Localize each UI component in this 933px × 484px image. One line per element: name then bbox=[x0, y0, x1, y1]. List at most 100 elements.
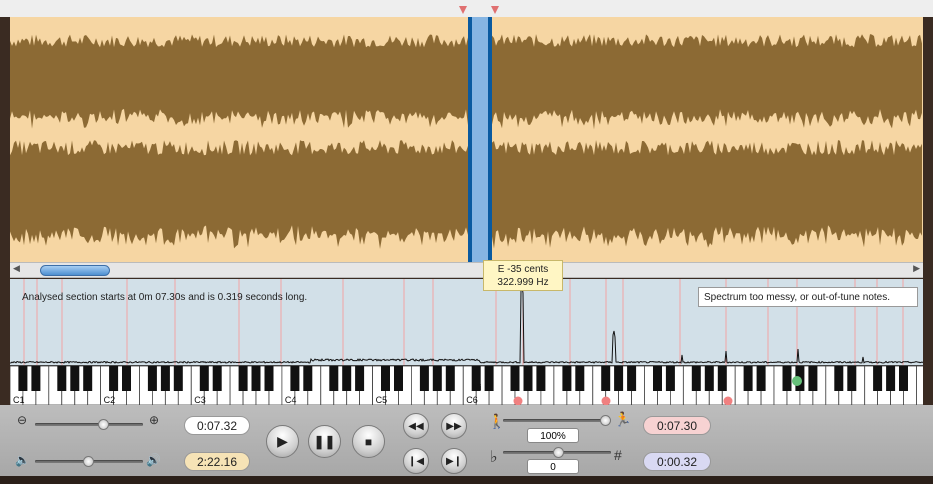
analysis-info-text: Analysed section starts at 0m 07.30s and… bbox=[22, 292, 308, 303]
detected-note-marker-green bbox=[792, 376, 802, 386]
note-readout-frequency: 322.999 Hz bbox=[497, 277, 549, 288]
rewind-button[interactable]: ◀◀ bbox=[403, 413, 429, 439]
top-bar bbox=[0, 0, 933, 17]
scroll-left-icon[interactable]: ◀ bbox=[13, 263, 20, 274]
piano-black-key[interactable] bbox=[57, 366, 67, 391]
piano-black-key[interactable] bbox=[160, 366, 170, 391]
skip-to-start-button[interactable]: ❙◀ bbox=[403, 448, 429, 474]
pitch-value-field[interactable]: 0 bbox=[527, 459, 579, 474]
zoom-out-icon[interactable]: ⊖ bbox=[17, 413, 27, 427]
spectrum-warning-box: Spectrum too messy, or out-of-tune notes… bbox=[698, 287, 918, 307]
piano-black-key[interactable] bbox=[523, 366, 533, 391]
piano-black-key[interactable] bbox=[510, 366, 520, 391]
piano-black-key[interactable] bbox=[303, 366, 313, 391]
piano-keyboard[interactable]: C1 C2 C3 C4 C5 C6 Mi bbox=[10, 365, 923, 406]
octave-label: C4 bbox=[285, 395, 297, 405]
piano-black-key[interactable] bbox=[83, 366, 93, 391]
piano-black-key[interactable] bbox=[31, 366, 41, 391]
scroll-thumb[interactable] bbox=[40, 265, 110, 276]
piano-black-key[interactable] bbox=[18, 366, 28, 391]
speed-percent-field[interactable]: 100% bbox=[527, 428, 579, 443]
waveform-graphic[interactable] bbox=[10, 17, 923, 262]
note-readout-tooltip: E -35 cents 322.999 Hz bbox=[483, 260, 563, 291]
play-button[interactable]: ▶ bbox=[266, 425, 299, 458]
piano-black-key[interactable] bbox=[251, 366, 261, 391]
piano-black-key[interactable] bbox=[834, 366, 844, 391]
piano-black-key[interactable] bbox=[355, 366, 365, 391]
piano-black-key[interactable] bbox=[342, 366, 352, 391]
piano-black-key[interactable] bbox=[484, 366, 494, 391]
selection-start-field: 0:07.30 bbox=[643, 416, 711, 435]
piano-black-key[interactable] bbox=[122, 366, 131, 391]
piano-black-key[interactable] bbox=[653, 366, 662, 391]
pause-icon: ❚❚ bbox=[313, 433, 336, 449]
selection-inner bbox=[472, 17, 488, 262]
piano-black-key[interactable] bbox=[432, 366, 442, 391]
scroll-right-icon[interactable]: ▶ bbox=[913, 263, 920, 274]
piano-black-key[interactable] bbox=[873, 366, 883, 391]
position-time-field: 0:07.32 bbox=[184, 416, 250, 435]
pitch-slider-knob[interactable] bbox=[553, 447, 564, 458]
piano-black-key[interactable] bbox=[562, 366, 572, 391]
piano-black-key[interactable] bbox=[782, 366, 792, 391]
note-readout-note: E -35 cents bbox=[497, 264, 549, 275]
piano-black-key[interactable] bbox=[199, 366, 209, 391]
piano-black-key[interactable] bbox=[627, 366, 637, 391]
selection-start-marker[interactable] bbox=[459, 6, 467, 14]
fast-forward-button[interactable]: ▶▶ bbox=[441, 413, 467, 439]
skip-to-end-icon: ▶❙ bbox=[445, 455, 463, 467]
piano-black-key[interactable] bbox=[847, 366, 857, 391]
piano-black-key[interactable] bbox=[536, 366, 546, 391]
sharp-icon: # bbox=[614, 447, 622, 463]
transcribe-window: ◀ ▶ Analysed section starts at 0m 07.30s… bbox=[0, 0, 933, 484]
piano-black-key[interactable] bbox=[290, 366, 300, 391]
piano-black-key[interactable] bbox=[691, 366, 701, 391]
piano-black-key[interactable] bbox=[70, 366, 80, 391]
piano-black-key[interactable] bbox=[394, 366, 403, 391]
piano-black-key[interactable] bbox=[886, 366, 896, 391]
zoom-in-icon[interactable]: ⊕ bbox=[149, 413, 159, 427]
piano-black-key[interactable] bbox=[601, 366, 611, 391]
piano-black-key[interactable] bbox=[264, 366, 274, 391]
piano-black-key[interactable] bbox=[445, 366, 455, 391]
volume-slider-knob[interactable] bbox=[83, 456, 94, 467]
piano-black-key[interactable] bbox=[329, 366, 339, 391]
piano-black-key[interactable] bbox=[665, 366, 675, 391]
selection-end-marker[interactable] bbox=[491, 6, 499, 14]
piano-white-key[interactable] bbox=[916, 366, 924, 406]
piano-black-key[interactable] bbox=[173, 366, 183, 391]
piano-black-key[interactable] bbox=[419, 366, 429, 391]
skip-to-end-button[interactable]: ▶❙ bbox=[441, 448, 467, 474]
stop-icon: ■ bbox=[364, 434, 373, 449]
skip-to-start-icon: ❙◀ bbox=[407, 455, 425, 467]
piano-black-key[interactable] bbox=[614, 366, 624, 391]
middle-c-label: Mi bbox=[473, 383, 482, 392]
piano-black-key[interactable] bbox=[899, 366, 908, 391]
volume-high-icon: 🔊 bbox=[146, 453, 161, 467]
piano-black-key[interactable] bbox=[238, 366, 248, 391]
piano-black-key[interactable] bbox=[717, 366, 727, 391]
piano-black-key[interactable] bbox=[756, 366, 766, 391]
piano-black-key[interactable] bbox=[381, 366, 390, 391]
zoom-slider-track[interactable] bbox=[35, 423, 143, 426]
pause-button[interactable]: ❚❚ bbox=[308, 425, 341, 458]
piano-black-key[interactable] bbox=[575, 366, 585, 391]
piano-black-key[interactable] bbox=[743, 366, 753, 391]
total-time-field: 2:22.16 bbox=[184, 452, 250, 471]
fast-forward-icon: ▶▶ bbox=[446, 420, 462, 432]
selection-length-field: 0:00.32 bbox=[643, 452, 711, 471]
stop-button[interactable]: ■ bbox=[352, 425, 385, 458]
zoom-slider-knob[interactable] bbox=[98, 419, 109, 430]
piano-black-key[interactable] bbox=[109, 366, 119, 391]
speed-slider-track[interactable] bbox=[503, 419, 611, 422]
speed-slider-knob[interactable] bbox=[600, 415, 611, 426]
control-panel: ⊖ ⊕ 🔈 🔊 0:07.32 2:22.16 ▶ ❚❚ ■ ◀◀ ▶▶ ❙◀ … bbox=[0, 405, 933, 484]
waveform-view[interactable] bbox=[10, 17, 923, 262]
piano-black-key[interactable] bbox=[704, 366, 714, 391]
waveform-scrollbar[interactable]: ◀ ▶ bbox=[10, 262, 923, 278]
piano-black-key[interactable] bbox=[147, 366, 157, 391]
octave-label: C3 bbox=[194, 395, 206, 405]
octave-label: C1 bbox=[13, 395, 25, 405]
piano-black-key[interactable] bbox=[808, 366, 818, 391]
piano-black-key[interactable] bbox=[212, 366, 222, 391]
